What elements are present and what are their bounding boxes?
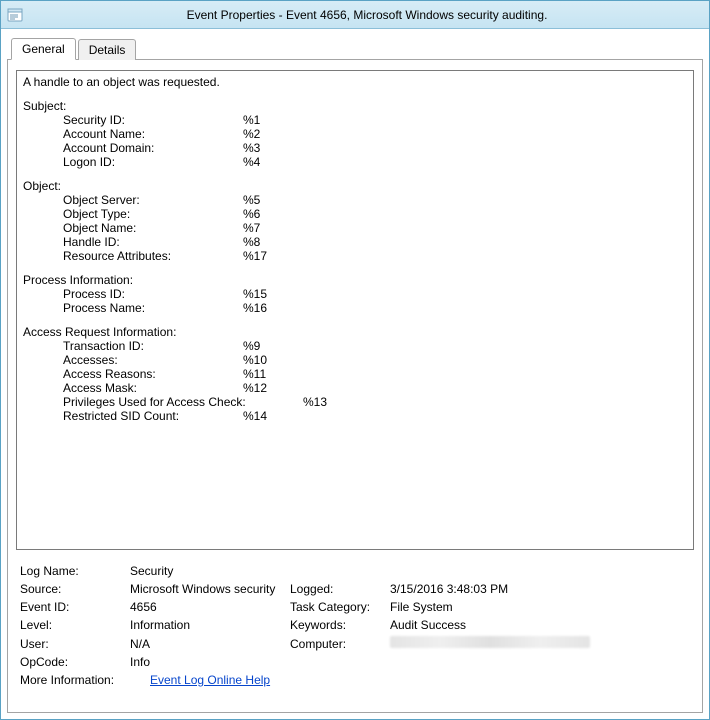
priv-check-key: Privileges Used for Access Check: — [63, 395, 303, 409]
accesses-key: Accesses: — [63, 353, 243, 367]
security-id-key: Security ID: — [63, 113, 243, 127]
account-name-val: %2 — [243, 127, 260, 141]
process-name-val: %16 — [243, 301, 267, 315]
app-icon — [7, 7, 23, 23]
window-title: Event Properties - Event 4656, Microsoft… — [31, 8, 703, 22]
task-category-key: Task Category: — [290, 600, 390, 614]
access-req-label: Access Request Information: — [23, 325, 687, 339]
account-domain-val: %3 — [243, 141, 260, 155]
user-val: N/A — [130, 637, 290, 651]
logon-id-key: Logon ID: — [63, 155, 243, 169]
process-id-key: Process ID: — [63, 287, 243, 301]
process-name-key: Process Name: — [63, 301, 243, 315]
access-reasons-val: %11 — [243, 367, 266, 381]
object-name-val: %7 — [243, 221, 260, 235]
account-domain-key: Account Domain: — [63, 141, 243, 155]
keywords-val: Audit Success — [390, 618, 690, 632]
log-name-key: Log Name: — [20, 564, 130, 578]
event-metadata: Log Name: Security Source: Microsoft Win… — [16, 564, 694, 691]
opcode-key: OpCode: — [20, 655, 130, 669]
event-id-val: 4656 — [130, 600, 290, 614]
user-key: User: — [20, 637, 130, 651]
tab-general[interactable]: General — [11, 38, 76, 60]
access-mask-val: %12 — [243, 381, 267, 395]
event-properties-window: Event Properties - Event 4656, Microsoft… — [0, 0, 710, 720]
account-name-key: Account Name: — [63, 127, 243, 141]
restricted-sid-val: %14 — [243, 409, 267, 423]
logged-val: 3/15/2016 3:48:03 PM — [390, 582, 690, 596]
titlebar[interactable]: Event Properties - Event 4656, Microsoft… — [1, 1, 709, 29]
access-reasons-key: Access Reasons: — [63, 367, 243, 381]
task-category-val: File System — [390, 600, 690, 614]
source-key: Source: — [20, 582, 130, 596]
event-log-online-help-link[interactable]: Event Log Online Help — [150, 673, 270, 687]
tab-details[interactable]: Details — [78, 39, 137, 60]
object-label: Object: — [23, 179, 687, 193]
restricted-sid-key: Restricted SID Count: — [63, 409, 243, 423]
object-type-key: Object Type: — [63, 207, 243, 221]
priv-check-val: %13 — [303, 395, 327, 409]
object-name-key: Object Name: — [63, 221, 243, 235]
process-id-val: %15 — [243, 287, 267, 301]
resource-attributes-val: %17 — [243, 249, 267, 263]
computer-val-redacted — [390, 636, 590, 648]
log-name-val: Security — [130, 564, 290, 578]
more-info-key: More Information: — [20, 673, 150, 687]
transaction-id-key: Transaction ID: — [63, 339, 243, 353]
accesses-val: %10 — [243, 353, 267, 367]
resource-attributes-key: Resource Attributes: — [63, 249, 243, 263]
object-server-key: Object Server: — [63, 193, 243, 207]
client-area: General Details A handle to an object wa… — [1, 29, 709, 719]
desc-header: A handle to an object was requested. — [23, 75, 687, 89]
tab-panel-general: A handle to an object was requested. Sub… — [7, 59, 703, 713]
level-key: Level: — [20, 618, 130, 632]
event-id-key: Event ID: — [20, 600, 130, 614]
computer-val — [390, 636, 690, 651]
access-mask-key: Access Mask: — [63, 381, 243, 395]
security-id-val: %1 — [243, 113, 260, 127]
opcode-val: Info — [130, 655, 290, 669]
computer-key: Computer: — [290, 637, 390, 651]
level-val: Information — [130, 618, 290, 632]
event-description-box[interactable]: A handle to an object was requested. Sub… — [16, 70, 694, 550]
logged-key: Logged: — [290, 582, 390, 596]
process-info-label: Process Information: — [23, 273, 687, 287]
keywords-key: Keywords: — [290, 618, 390, 632]
handle-id-val: %8 — [243, 235, 260, 249]
source-val: Microsoft Windows security — [130, 582, 290, 596]
transaction-id-val: %9 — [243, 339, 260, 353]
object-type-val: %6 — [243, 207, 260, 221]
object-server-val: %5 — [243, 193, 260, 207]
tabstrip: General Details — [7, 37, 703, 59]
logon-id-val: %4 — [243, 155, 260, 169]
subject-label: Subject: — [23, 99, 687, 113]
handle-id-key: Handle ID: — [63, 235, 243, 249]
